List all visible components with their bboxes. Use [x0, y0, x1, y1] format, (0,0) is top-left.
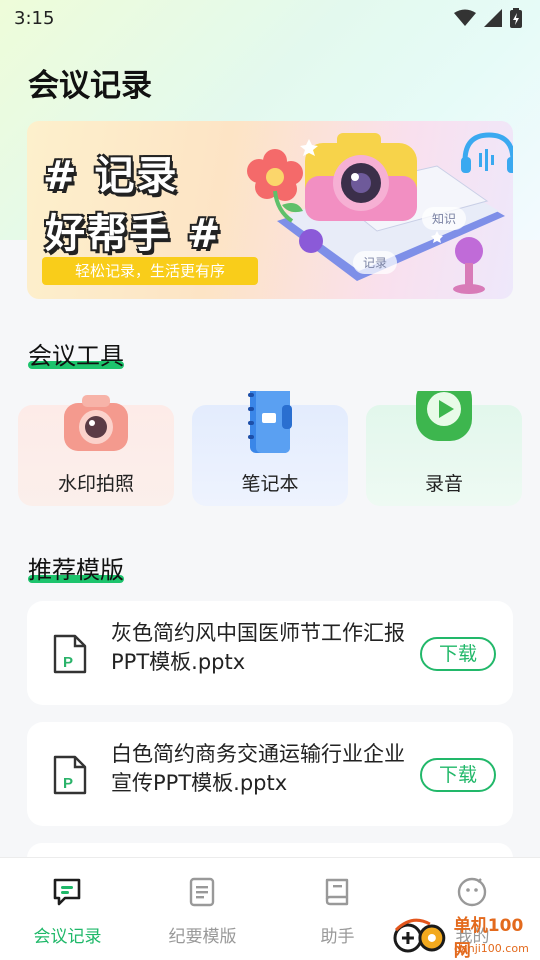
banner-chip-knowledge: 知识 [422, 207, 467, 230]
chat-icon [53, 878, 81, 906]
templates-section-label: 推荐模版 [28, 556, 124, 584]
tool-notebook[interactable]: 笔记本 [192, 391, 348, 506]
nav-label: 纪要模版 [168, 927, 237, 947]
smile-icon [457, 877, 487, 907]
notebook-icon [248, 391, 292, 453]
banner-chip-record: 记录 [353, 251, 398, 274]
banner-headline-line1: # 记录 [43, 153, 179, 199]
banner-subtitle: 轻松记录，生活更有序 [42, 257, 258, 285]
template-name: 灰色简约风中国医师节工作汇报PPT模板.pptx [111, 621, 405, 674]
promo-banner[interactable]: # 记录 好帮手 # 轻松记录，生活更有序 知识 记录 [27, 121, 513, 299]
svg-text:P: P [63, 654, 73, 671]
watermark: 单机100网 danji100.com [392, 912, 540, 960]
ppt-file-icon: P [53, 634, 87, 674]
tool-recording[interactable]: 录音 [366, 391, 522, 506]
tool-label: 录音 [424, 473, 463, 495]
banner-headline-line2: 好帮手 # [45, 211, 223, 257]
nav-item-templates[interactable]: 纪要模版 [135, 858, 270, 960]
book-icon [325, 878, 349, 906]
battery-icon [510, 8, 522, 28]
wifi-icon [454, 9, 476, 26]
templates-section-title: 推荐模版 [28, 550, 124, 585]
page-title: 会议记录 [28, 68, 152, 104]
tool-watermark-camera[interactable]: 水印拍照 [18, 395, 174, 506]
status-icons [454, 8, 522, 28]
template-name: 白色简约商务交通运输行业企业宣传PPT模板.pptx [111, 742, 405, 795]
svg-text:P: P [63, 775, 73, 792]
document-icon [189, 877, 215, 907]
download-button[interactable]: 下载 [420, 758, 496, 792]
nav-item-assistant[interactable]: 助手 [270, 858, 405, 960]
camera-icon [64, 395, 128, 451]
ppt-file-icon: P [53, 755, 87, 795]
status-time: 3:15 [14, 7, 55, 29]
template-card[interactable]: P 灰色简约风中国医师节工作汇报PPT模板.pptx 下载 [27, 601, 513, 705]
nav-item-meeting-records[interactable]: 会议记录 [0, 858, 135, 960]
download-button[interactable]: 下载 [420, 637, 496, 671]
watermark-logo-icon [393, 918, 446, 953]
tools-section-label: 会议工具 [28, 342, 124, 370]
tools-section-title: 会议工具 [28, 336, 124, 371]
status-bar: 3:15 [0, 0, 540, 36]
signal-icon [484, 9, 502, 27]
watermark-subtext: danji100.com [454, 942, 529, 955]
nav-label: 助手 [320, 927, 355, 947]
template-card[interactable]: P 白色简约商务交通运输行业企业宣传PPT模板.pptx 下载 [27, 722, 513, 826]
tool-label: 水印拍照 [57, 473, 134, 495]
play-icon [416, 391, 472, 441]
nav-label: 会议记录 [33, 927, 102, 947]
tool-label: 笔记本 [241, 473, 299, 495]
